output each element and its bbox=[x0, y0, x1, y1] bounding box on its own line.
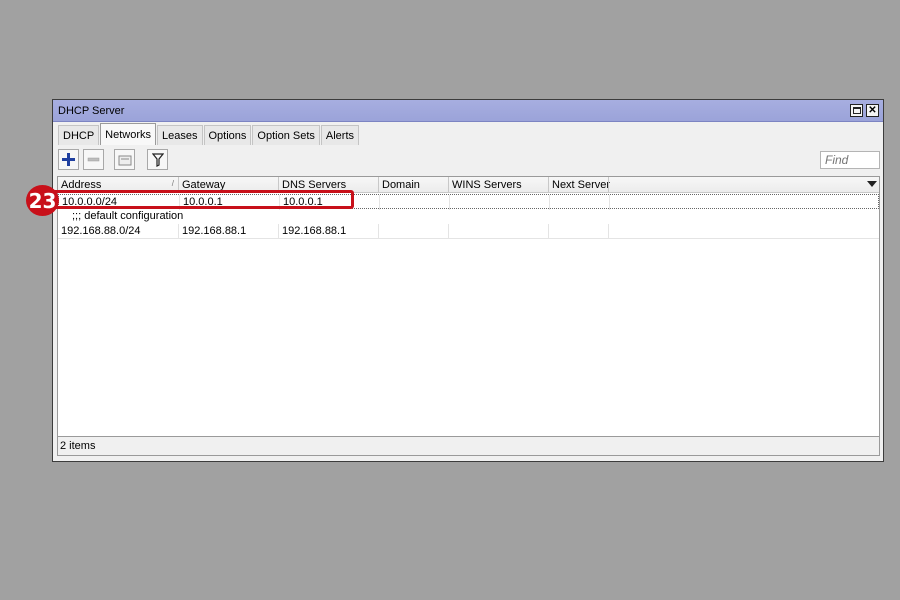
filter-button[interactable] bbox=[147, 149, 168, 170]
maximize-button[interactable] bbox=[850, 104, 863, 117]
column-header-next-server[interactable]: Next Server bbox=[548, 177, 610, 193]
toolbar bbox=[56, 148, 880, 172]
columns-dropdown-icon[interactable] bbox=[867, 181, 877, 187]
dhcp-server-window: DHCP Server ✕ DHCP Networks Leases Optio… bbox=[52, 99, 884, 462]
cell-gateway: 192.168.88.1 bbox=[178, 224, 278, 239]
maximize-icon bbox=[852, 107, 861, 114]
tab-bar: DHCP Networks Leases Options Option Sets… bbox=[58, 123, 360, 145]
tab-dhcp[interactable]: DHCP bbox=[58, 125, 100, 145]
add-button[interactable] bbox=[58, 149, 79, 170]
status-bar: 2 items bbox=[57, 437, 880, 456]
plus-icon bbox=[62, 153, 75, 166]
row-comment: ;;; default configuration bbox=[72, 210, 184, 222]
sort-indicator: / bbox=[171, 179, 174, 188]
window-title: DHCP Server bbox=[58, 105, 125, 117]
filter-icon bbox=[151, 152, 164, 167]
cell-next-server bbox=[548, 224, 608, 239]
column-header-domain[interactable]: Domain bbox=[378, 177, 448, 193]
close-icon: ✕ bbox=[868, 105, 877, 116]
cell-filler bbox=[609, 195, 879, 210]
cell-domain bbox=[378, 224, 448, 239]
tab-options[interactable]: Options bbox=[203, 125, 252, 145]
highlight-box bbox=[52, 190, 354, 209]
tab-networks[interactable]: Networks bbox=[100, 123, 157, 145]
cell-dns-servers: 192.168.88.1 bbox=[278, 224, 378, 239]
remove-button[interactable] bbox=[83, 149, 104, 170]
column-header-filler bbox=[608, 177, 878, 193]
tab-leases[interactable]: Leases bbox=[157, 125, 203, 145]
titlebar[interactable]: DHCP Server ✕ bbox=[53, 100, 883, 122]
cell-domain bbox=[379, 195, 449, 210]
item-count: 2 items bbox=[60, 440, 96, 452]
close-button[interactable]: ✕ bbox=[866, 104, 879, 117]
cell-address: 192.168.88.0/24 bbox=[61, 225, 141, 237]
table-comment-row[interactable]: ;;; default configuration bbox=[58, 209, 879, 224]
minus-icon bbox=[87, 157, 100, 162]
table-row[interactable]: 192.168.88.0/24 192.168.88.1 192.168.88.… bbox=[58, 224, 879, 239]
find-input[interactable] bbox=[820, 151, 880, 169]
step-number-badge: 23 bbox=[26, 185, 59, 216]
tab-option-sets[interactable]: Option Sets bbox=[252, 125, 320, 145]
tab-alerts[interactable]: Alerts bbox=[320, 125, 360, 145]
networks-table: Address / Gateway DNS Servers Domain WIN… bbox=[57, 176, 880, 437]
cell-wins-servers bbox=[449, 195, 549, 210]
cell-next-server bbox=[549, 195, 609, 210]
cell-filler bbox=[608, 224, 878, 239]
cell-wins-servers bbox=[448, 224, 548, 239]
comment-button[interactable] bbox=[114, 149, 135, 170]
comment-icon bbox=[118, 155, 131, 165]
column-header-wins-servers[interactable]: WINS Servers bbox=[448, 177, 548, 193]
